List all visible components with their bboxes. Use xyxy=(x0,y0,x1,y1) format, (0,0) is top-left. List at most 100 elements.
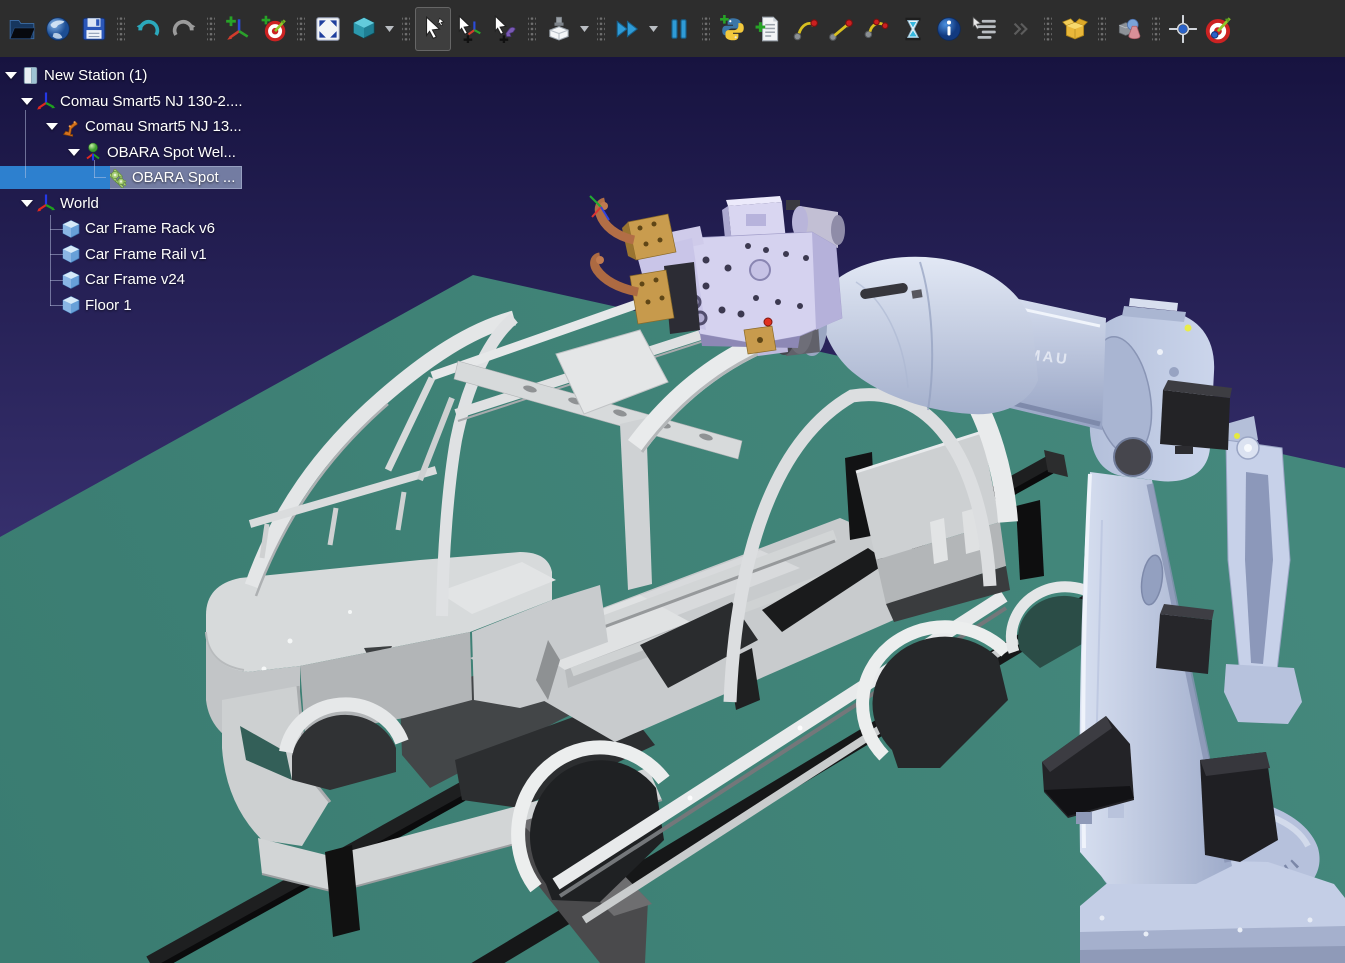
add-reference-frame-button[interactable] xyxy=(220,7,256,51)
chevrons-icon xyxy=(1011,15,1031,43)
check-collisions-button[interactable] xyxy=(541,7,577,51)
teach-target-position-button[interactable] xyxy=(1165,7,1201,51)
redo-icon xyxy=(170,15,198,43)
wait-icon xyxy=(899,15,927,43)
tree-expander[interactable] xyxy=(43,114,61,139)
tree-item-label: Floor 1 xyxy=(85,297,132,314)
instructions-icon xyxy=(971,15,999,43)
fast-simulation-dropdown[interactable] xyxy=(646,7,661,51)
view-cube-icon xyxy=(350,15,378,43)
shapes-icon xyxy=(1115,15,1143,43)
toolbar-separator xyxy=(597,16,605,42)
pause-icon xyxy=(665,15,693,43)
tree-connector-horizontal xyxy=(50,229,63,230)
tree-connector-horizontal xyxy=(50,254,63,255)
movej-instruction-button[interactable] xyxy=(787,7,823,51)
isometric-view-button[interactable] xyxy=(346,7,382,51)
toolbar-separator xyxy=(1152,16,1160,42)
chevron-down-icon xyxy=(580,26,589,32)
tree-item-comau-smart5-nj-13[interactable]: Comau Smart5 NJ 13... xyxy=(0,114,242,139)
tree-item-world[interactable]: World xyxy=(0,191,99,216)
tree-item-floor-1[interactable]: Floor 1 xyxy=(0,293,132,318)
chevron-expanded-icon xyxy=(21,200,33,207)
instruction-list-button[interactable] xyxy=(967,7,1003,51)
move-circular-icon xyxy=(863,15,891,43)
cursor-frame-icon xyxy=(455,15,483,43)
tree-item-label: Comau Smart5 NJ 13... xyxy=(85,118,242,135)
tree-expander[interactable] xyxy=(18,89,36,114)
movec-instruction-button[interactable] xyxy=(859,7,895,51)
tree-item-car-frame-rail-v1[interactable]: Car Frame Rail v1 xyxy=(0,242,207,267)
tree-item-label: OBARA Spot Wel... xyxy=(107,144,236,161)
show-message-instruction-button[interactable] xyxy=(931,7,967,51)
tree-item-label: Car Frame v24 xyxy=(85,271,185,288)
fit-view-icon xyxy=(314,15,342,43)
export-simulation-button[interactable] xyxy=(1057,7,1093,51)
fit-all-view-button[interactable] xyxy=(310,7,346,51)
tree-expander[interactable] xyxy=(65,140,83,165)
toolbar-overflow-button[interactable] xyxy=(1003,7,1039,51)
python-icon xyxy=(719,15,747,43)
tree-item-new-station-1[interactable]: New Station (1) xyxy=(0,63,147,88)
save-station-button[interactable] xyxy=(76,7,112,51)
redo-button[interactable] xyxy=(166,7,202,51)
toolbar-separator xyxy=(1044,16,1052,42)
tree-item-obara-spot-wel[interactable]: OBARA Spot Wel... xyxy=(0,140,236,165)
toolbar-separator xyxy=(702,16,710,42)
tree-item-label: World xyxy=(60,195,99,212)
station-tree: New Station (1) Comau Smart5 NJ 130-2....… xyxy=(0,63,420,333)
open-folder-icon xyxy=(8,15,36,43)
tree-connector-horizontal xyxy=(94,177,106,178)
undo-button[interactable] xyxy=(130,7,166,51)
tree-expander[interactable] xyxy=(2,63,20,88)
tree-item-car-frame-rack-v6[interactable]: Car Frame Rack v6 xyxy=(0,216,215,241)
open-online-library-button[interactable] xyxy=(40,7,76,51)
toolbar-separator xyxy=(207,16,215,42)
add-target-button[interactable] xyxy=(256,7,292,51)
add-shape-button[interactable] xyxy=(1111,7,1147,51)
globe-icon xyxy=(44,15,72,43)
export-box-icon xyxy=(1061,15,1089,43)
chevron-expanded-icon xyxy=(68,149,80,156)
pause-simulation-button[interactable] xyxy=(661,7,697,51)
chevron-down-icon xyxy=(649,26,658,32)
tree-item-car-frame-v24[interactable]: Car Frame v24 xyxy=(0,267,185,292)
add-program-button[interactable] xyxy=(751,7,787,51)
save-icon xyxy=(80,15,108,43)
add-frame-icon xyxy=(224,15,252,43)
toolbar-separator xyxy=(528,16,536,42)
toolbar-separator xyxy=(402,16,410,42)
robot-icon xyxy=(61,117,81,137)
chevron-expanded-icon xyxy=(46,123,58,130)
isometric-view-dropdown[interactable] xyxy=(382,7,397,51)
movel-instruction-button[interactable] xyxy=(823,7,859,51)
robodk-application-window: COMAU xyxy=(0,0,1345,963)
tree-expander[interactable] xyxy=(18,191,36,216)
pause-instruction-button[interactable] xyxy=(895,7,931,51)
tree-item-label: New Station (1) xyxy=(44,67,147,84)
fast-forward-icon xyxy=(614,15,642,43)
cube-icon xyxy=(61,244,81,264)
check-collisions-dropdown[interactable] xyxy=(577,7,592,51)
fast-simulation-button[interactable] xyxy=(610,7,646,51)
tree-item-label: Comau Smart5 NJ 130-2.... xyxy=(60,93,243,110)
gears-icon xyxy=(108,168,128,188)
info-icon xyxy=(935,15,963,43)
target-dart-icon xyxy=(1204,14,1234,44)
open-station-button[interactable] xyxy=(4,7,40,51)
tree-connector-vertical xyxy=(94,160,95,178)
frame-icon xyxy=(36,193,56,213)
add-python-program-button[interactable] xyxy=(715,7,751,51)
tree-item-comau-smart5-nj-130-2[interactable]: Comau Smart5 NJ 130-2.... xyxy=(0,89,243,114)
cube-icon xyxy=(61,270,81,290)
tree-connector-vertical xyxy=(25,110,26,178)
move-joint-icon xyxy=(791,15,819,43)
add-target-icon xyxy=(260,15,288,43)
teach-target-here-button[interactable] xyxy=(1201,7,1237,51)
tree-item-obara-spot[interactable]: OBARA Spot ... xyxy=(0,165,242,190)
move-robot-tool-button[interactable] xyxy=(487,7,523,51)
move-reference-frame-tool-button[interactable] xyxy=(451,7,487,51)
tree-item-label: Car Frame Rack v6 xyxy=(85,220,215,237)
select-tool-button[interactable] xyxy=(415,7,451,51)
tree-connector-horizontal xyxy=(50,305,63,306)
